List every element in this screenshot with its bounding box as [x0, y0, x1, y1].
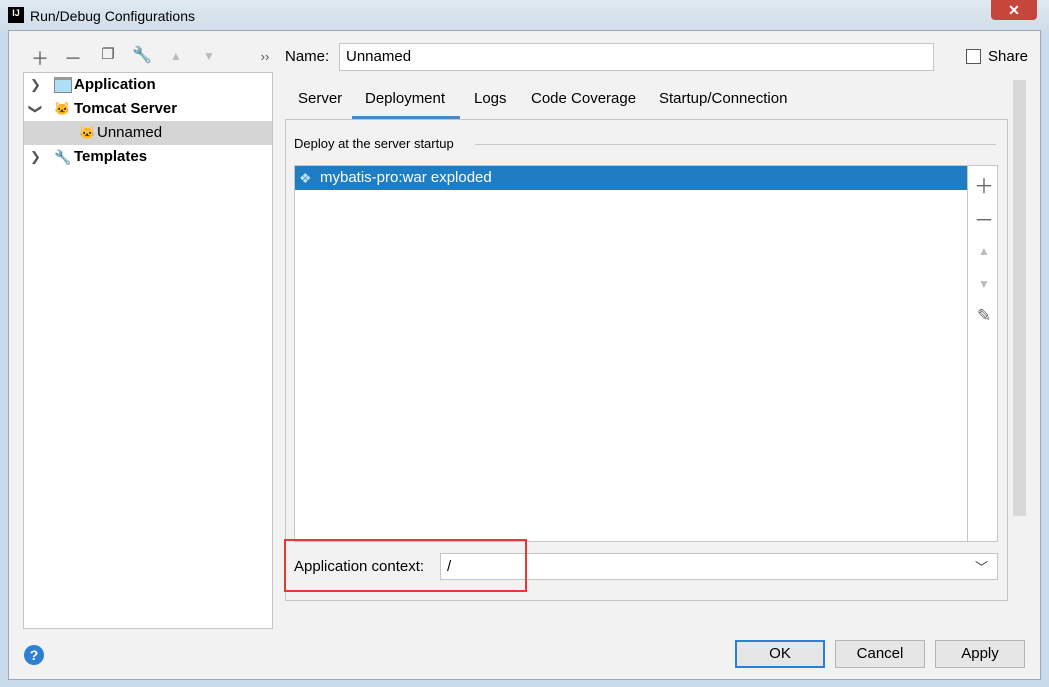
help-button[interactable]: ? — [24, 645, 44, 665]
divider — [967, 166, 968, 541]
chevron-down-icon[interactable]: ﹀ — [975, 557, 988, 576]
intellij-icon: IJ — [8, 7, 24, 23]
apply-button[interactable]: Apply — [935, 640, 1025, 668]
section-label: Deploy at the server startup — [294, 136, 454, 151]
tree-item-label: Unnamed — [97, 124, 163, 141]
plus-icon[interactable]: ＋ — [29, 45, 51, 71]
tab-logs[interactable]: Logs — [474, 90, 507, 120]
tomcat-icon: 🐱 — [54, 101, 71, 116]
artifact-icon: ❖ — [299, 170, 312, 186]
tree-item-unnamed[interactable]: 🐱 Unnamed — [24, 121, 272, 145]
close-button[interactable]: ✕ — [991, 0, 1037, 20]
remove-icon[interactable]: － — [972, 204, 996, 233]
cancel-button[interactable]: Cancel — [835, 640, 925, 668]
edit-icon[interactable]: ✎ — [972, 306, 996, 326]
wrench-icon: 🔧 — [54, 149, 72, 165]
list-item-label: mybatis-pro:war exploded — [320, 169, 492, 186]
move-down-icon[interactable]: ▼ — [972, 277, 996, 291]
chevron-down-icon[interactable]: ❯ — [23, 104, 47, 115]
divider — [475, 144, 996, 145]
name-label: Name: — [285, 48, 330, 65]
arrow-down-icon[interactable]: ▼ — [198, 49, 220, 63]
tab-startup-connection[interactable]: Startup/Connection — [659, 90, 787, 120]
list-item[interactable]: ❖ mybatis-pro:war exploded — [295, 166, 967, 190]
tree-item-label: Application — [74, 76, 156, 93]
chevron-right-icon[interactable]: ❯ — [30, 145, 41, 169]
more-icon[interactable]: ›› — [254, 49, 276, 64]
tree-item-label: Templates — [74, 148, 148, 165]
minus-icon[interactable]: － — [62, 45, 84, 71]
highlight-box — [284, 539, 527, 592]
scrollbar[interactable] — [1013, 80, 1026, 516]
tree-item-templates[interactable]: ❯ 🔧 Templates — [24, 145, 272, 169]
tab-server[interactable]: Server — [298, 90, 342, 120]
tree-item-tomcat-server[interactable]: ❯ 🐱 Tomcat Server — [24, 97, 272, 121]
copy-icon[interactable]: ❐ — [97, 45, 119, 63]
move-up-icon[interactable]: ▲ — [972, 244, 996, 258]
name-input[interactable]: Unnamed — [339, 43, 934, 71]
share-label[interactable]: Share — [988, 48, 1028, 65]
wrench-icon[interactable]: 🔧 — [131, 45, 153, 65]
share-checkbox[interactable] — [966, 49, 981, 64]
chevron-right-icon[interactable]: ❯ — [30, 73, 41, 97]
tree-item-label: Tomcat Server — [74, 100, 178, 117]
arrow-up-icon[interactable]: ▲ — [165, 49, 187, 63]
application-icon — [54, 77, 72, 93]
window-title: Run/Debug Configurations — [30, 8, 195, 24]
ok-button[interactable]: OK — [735, 640, 825, 668]
config-tree[interactable]: ❯ Application ❯ 🐱 Tomcat Server 🐱 Unname… — [23, 72, 273, 629]
add-icon[interactable]: ＋ — [972, 170, 996, 199]
tomcat-icon: 🐱 — [79, 125, 96, 140]
tree-item-application[interactable]: ❯ Application — [24, 73, 272, 97]
deployment-list[interactable] — [294, 165, 998, 542]
tab-code-coverage[interactable]: Code Coverage — [531, 90, 636, 120]
